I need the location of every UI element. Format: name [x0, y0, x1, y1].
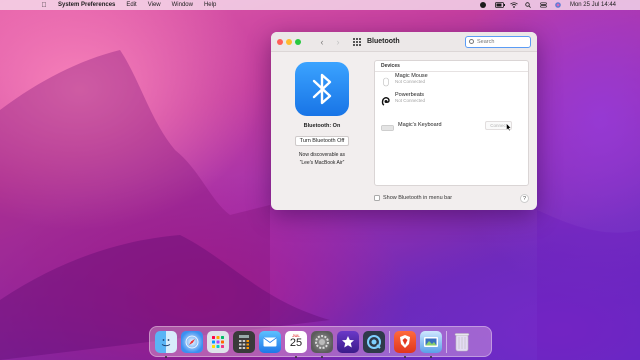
show-in-menubar-label: Show Bluetooth in menu bar [383, 195, 453, 201]
mouse-pointer-icon [506, 123, 512, 131]
search-icon [469, 39, 474, 44]
zoom-window-button[interactable] [295, 38, 301, 45]
bluetooth-preferences-window: ‹ › Bluetooth Bluetooth: On Turn Bluetoo… [271, 32, 537, 210]
discoverable-line: Now discoverable as [298, 152, 346, 158]
show-in-menubar-checkbox[interactable] [374, 195, 380, 201]
bluetooth-status: Bluetooth: On [303, 123, 341, 129]
window-titlebar: ‹ › Bluetooth [271, 32, 537, 52]
launchpad-icon[interactable] [207, 330, 229, 353]
calendar-icon[interactable]: JUL 25 [285, 330, 307, 358]
brave-icon[interactable] [394, 330, 416, 358]
wifi-icon[interactable] [510, 2, 518, 8]
close-window-button[interactable] [277, 38, 283, 45]
minimize-window-button[interactable] [286, 38, 292, 45]
system-preferences-icon[interactable] [311, 330, 333, 358]
device-name: “Lee's MacBook Air” [299, 160, 345, 166]
device-name: Magic's Keyboard [398, 122, 442, 128]
window-footer: Show Bluetooth in menu bar ? [374, 192, 529, 204]
calculator-icon[interactable] [233, 330, 255, 353]
mouse-icon [381, 74, 391, 86]
device-row-magic-keyboard[interactable]: Magic's Keyboard Connect [381, 120, 524, 131]
mail-icon[interactable] [259, 330, 281, 353]
earphones-icon [381, 93, 391, 106]
record-status-icon[interactable] [480, 2, 487, 8]
finder-icon[interactable] [155, 330, 177, 358]
menu-window[interactable]: Window [172, 2, 193, 8]
device-row-magic-mouse[interactable]: Magic Mouse Not Connected [381, 73, 524, 86]
bluetooth-logo-icon [295, 62, 349, 116]
menu-bar:  System Preferences Edit View Window He… [0, 0, 640, 10]
apple-menu-icon[interactable]:  [40, 2, 48, 9]
window-controls [277, 38, 301, 45]
keyboard-icon [381, 120, 394, 131]
forward-chevron-icon[interactable]: › [333, 37, 343, 47]
device-row-powerbeats[interactable]: Powerbeats Not Connected [381, 92, 524, 106]
siri-icon[interactable] [555, 2, 562, 8]
bluetooth-summary: Bluetooth: On Turn Bluetooth Off Now dis… [283, 62, 361, 167]
menu-help[interactable]: Help [204, 2, 216, 8]
control-center-icon[interactable] [540, 2, 547, 8]
imovie-icon[interactable] [337, 330, 359, 353]
dock: JUL 25 [149, 326, 492, 358]
search-input[interactable] [477, 38, 527, 45]
help-button[interactable]: ? [520, 193, 529, 203]
calendar-day: 25 [289, 336, 303, 349]
preview-icon[interactable] [420, 330, 442, 358]
menu-view[interactable]: View [148, 2, 161, 8]
devices-header: Devices [375, 61, 528, 72]
discoverable-label: Now discoverable as “Lee's MacBook Air” [283, 151, 361, 167]
turn-bluetooth-off-button[interactable]: Turn Bluetooth Off [294, 136, 350, 146]
device-status: Not Connected [395, 79, 426, 84]
dock-separator [446, 330, 447, 353]
menu-clock[interactable]: Mon 25 Jul 14:44 [570, 2, 616, 8]
show-all-grid-icon[interactable] [353, 37, 361, 46]
safari-icon[interactable] [181, 330, 203, 353]
window-title: Bluetooth [367, 38, 400, 45]
spotlight-icon[interactable] [525, 2, 532, 8]
trash-icon[interactable] [451, 331, 473, 353]
quicktime-icon[interactable] [363, 330, 385, 353]
back-chevron-icon[interactable]: ‹ [317, 37, 327, 47]
battery-icon[interactable] [495, 2, 505, 8]
menu-edit[interactable]: Edit [126, 2, 136, 8]
dock-separator [389, 330, 390, 353]
device-status: Not Connected [395, 98, 426, 103]
search-field[interactable] [465, 35, 531, 48]
app-menu[interactable]: System Preferences [58, 2, 115, 8]
